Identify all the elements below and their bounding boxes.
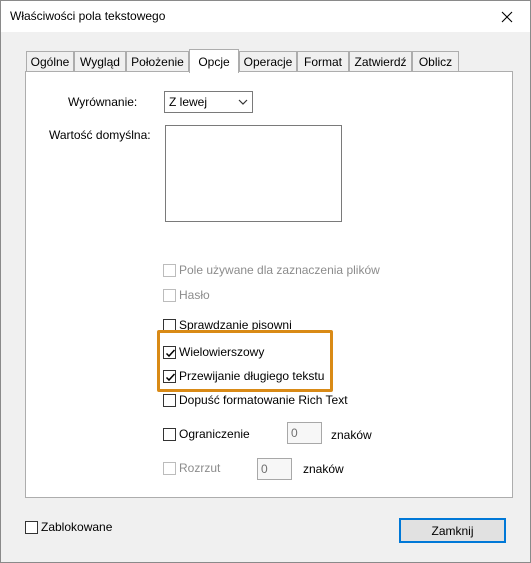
tab-label: Operacje xyxy=(243,55,293,69)
rich-text-checkbox[interactable] xyxy=(163,394,176,407)
tab-label: Zatwierdź xyxy=(354,55,407,69)
password-checkbox[interactable] xyxy=(163,289,176,302)
options-panel: Wyrównanie: Z lewej Wartość domyślna: Po… xyxy=(25,71,513,498)
comb-label: Rozrzut xyxy=(179,461,221,475)
comb-checkbox[interactable] xyxy=(163,462,176,475)
tab-label: Opcje xyxy=(198,54,230,69)
alignment-label: Wyrównanie: xyxy=(68,95,138,109)
tab-options[interactable]: Opcje xyxy=(189,49,239,73)
window-close-button[interactable] xyxy=(484,1,530,32)
tab-general[interactable]: Ogólne xyxy=(26,51,74,72)
checkmark-icon xyxy=(165,373,176,382)
tab-format[interactable]: Format xyxy=(297,51,349,72)
default-value-textarea[interactable] xyxy=(165,125,342,222)
spellcheck-label: Sprawdzanie pisowni xyxy=(179,318,292,332)
password-label: Hasło xyxy=(179,288,210,302)
tab-label: Oblicz xyxy=(418,55,453,69)
scroll-long-label: Przewijanie długiego tekstu xyxy=(179,369,325,383)
dialog-window: Właściwości pola tekstowego Ogólne Wyglą… xyxy=(0,0,531,563)
title-bar: Właściwości pola tekstowego xyxy=(1,1,530,32)
locked-label: Zablokowane xyxy=(41,520,113,534)
scroll-long-checkbox[interactable] xyxy=(163,370,176,383)
multiline-label: Wielowierszowy xyxy=(179,345,265,359)
limit-label: Ograniczenie xyxy=(179,427,250,441)
multiline-checkbox[interactable] xyxy=(163,346,176,359)
spellcheck-checkbox[interactable] xyxy=(163,319,176,332)
comb-unit: znaków xyxy=(303,462,344,476)
tab-position[interactable]: Położenie xyxy=(126,51,189,72)
tab-calculate[interactable]: Oblicz xyxy=(412,51,459,72)
limit-value: 0 xyxy=(291,426,298,440)
file-select-checkbox[interactable] xyxy=(163,264,176,277)
tab-appearance[interactable]: Wygląd xyxy=(74,51,126,72)
tab-validate[interactable]: Zatwierdź xyxy=(349,51,412,72)
rich-text-label: Dopuść formatowanie Rich Text xyxy=(179,393,348,407)
close-button[interactable]: Zamknij xyxy=(399,518,506,543)
limit-input[interactable]: 0 xyxy=(287,422,322,444)
alignment-value: Z lewej xyxy=(169,95,208,109)
tab-label: Położenie xyxy=(131,55,184,69)
comb-input[interactable]: 0 xyxy=(257,458,292,480)
alignment-select[interactable]: Z lewej xyxy=(164,91,253,113)
tab-label: Ogólne xyxy=(30,55,70,69)
window-title: Właściwości pola tekstowego xyxy=(10,9,166,23)
locked-checkbox[interactable] xyxy=(25,521,38,534)
checkmark-icon xyxy=(165,349,176,358)
comb-value: 0 xyxy=(261,462,268,476)
tab-label: Format xyxy=(303,55,342,69)
chevron-down-icon xyxy=(238,99,248,105)
file-select-label: Pole używane dla zaznaczenia plików xyxy=(179,263,380,277)
tab-actions[interactable]: Operacje xyxy=(239,51,297,72)
limit-checkbox[interactable] xyxy=(163,428,176,441)
limit-unit: znaków xyxy=(331,428,372,442)
close-icon xyxy=(501,11,513,22)
default-value-label: Wartość domyślna: xyxy=(49,128,151,142)
tab-label: Wygląd xyxy=(80,55,120,69)
